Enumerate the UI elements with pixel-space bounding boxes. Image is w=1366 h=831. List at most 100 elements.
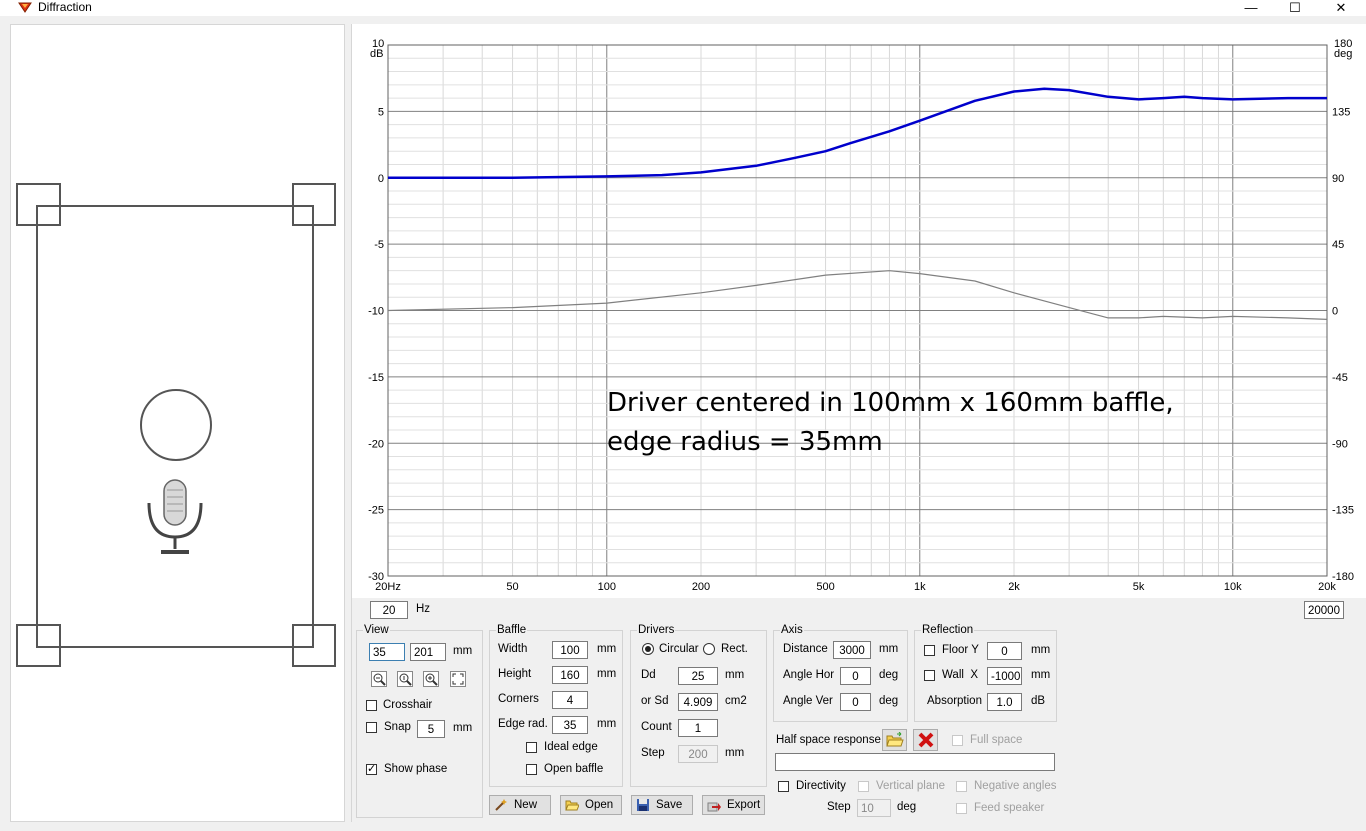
directivity-checkbox[interactable] [778, 781, 789, 792]
corners-label: Corners [498, 693, 539, 705]
freq-min-unit: Hz [416, 603, 431, 615]
sd-label: or Sd [641, 695, 669, 707]
vertical-plane-checkbox[interactable] [858, 781, 869, 792]
x-tick-label: 20k [1318, 581, 1336, 593]
graph-panel[interactable]: 5 0 -5 -10 -15 -20 -25 -30 135 90 45 0 -45 -90 -135 -18… [351, 24, 1366, 598]
ideal-edge-checkbox[interactable] [526, 742, 537, 753]
width-label: Width [498, 643, 528, 655]
vertical-plane-label: Vertical plane [876, 780, 946, 792]
export-button[interactable]: Export [702, 795, 765, 815]
floppy-icon [637, 799, 649, 811]
left-tick-label: -20 [368, 438, 384, 450]
zoom-reset-icon[interactable] [397, 671, 413, 687]
sd-unit: cm2 [725, 695, 747, 707]
full-space-checkbox[interactable] [952, 735, 963, 746]
maximize-button[interactable]: ☐ [1280, 0, 1310, 16]
floor-unit: mm [1031, 644, 1051, 656]
left-axis-unit: dB [370, 48, 384, 60]
angle-ver-label: Angle Ver [783, 695, 833, 707]
rect-radio[interactable] [703, 643, 715, 655]
angle-hor-unit: deg [879, 669, 899, 681]
graph-annotation: Driver centered in 100mm x 160mm baffle,… [607, 384, 1174, 462]
distance-unit: mm [879, 643, 899, 655]
full-space-label: Full space [970, 734, 1023, 746]
floor-checkbox[interactable] [924, 645, 935, 656]
baffle-view-panel[interactable] [10, 24, 345, 822]
annotation-line-2: edge radius = 35mm [607, 427, 883, 457]
half-space-path-input[interactable] [775, 753, 1055, 771]
zoom-fit-icon[interactable] [450, 671, 466, 687]
baffle-outline [36, 205, 314, 648]
close-button[interactable]: ✕ [1326, 0, 1356, 16]
height-label: Height [498, 668, 532, 680]
baffle-drawing[interactable] [11, 25, 344, 821]
feed-speaker-label: Feed speaker [974, 802, 1045, 814]
open-baffle-checkbox[interactable] [526, 764, 537, 775]
corners-input[interactable]: 4 [552, 691, 588, 709]
open-baffle-label: Open baffle [544, 763, 604, 775]
count-input[interactable]: 1 [678, 719, 718, 737]
left-tick-label: -5 [374, 239, 384, 251]
directivity-label: Directivity [796, 780, 846, 792]
absorption-input[interactable]: 1.0 [987, 693, 1022, 711]
wall-checkbox[interactable] [924, 670, 935, 681]
response-chart[interactable]: 50-5-10-15-20-25-3013590450-45-90-135-18… [352, 24, 1366, 598]
new-label: New [514, 799, 538, 811]
view-group-title: View [363, 624, 390, 636]
reflection-group-title: Reflection [921, 624, 975, 636]
half-space-open-button[interactable] [882, 729, 907, 751]
distance-label: Distance [783, 643, 828, 655]
left-tick-label: 0 [378, 173, 384, 185]
x-tick-label: 100 [598, 581, 616, 593]
zoom-in-icon[interactable] [423, 671, 439, 687]
step-input[interactable]: 200 [678, 745, 718, 763]
view-y-input[interactable]: 201 [410, 643, 446, 661]
new-button[interactable]: New [489, 795, 551, 815]
snap-label: Snap [384, 721, 411, 733]
floor-input[interactable]: 0 [987, 642, 1022, 660]
dd-input[interactable]: 25 [678, 667, 718, 685]
width-input[interactable]: 100 [552, 641, 588, 659]
step-unit: mm [725, 747, 745, 759]
title-bar [0, 0, 1366, 16]
x-tick-label: 1k [914, 581, 926, 593]
wall-input[interactable]: -1000 [987, 667, 1022, 685]
half-space-clear-button[interactable] [913, 729, 938, 751]
show-phase-checkbox[interactable] [366, 762, 377, 775]
show-phase-label: Show phase [384, 763, 448, 775]
view-x-input[interactable]: 35 [369, 643, 405, 661]
folder-icon [565, 800, 579, 811]
app-icon [18, 2, 32, 13]
right-tick-label: -45 [1332, 372, 1348, 384]
minimize-button[interactable]: — [1236, 0, 1266, 16]
save-label: Save [656, 799, 683, 811]
sd-input[interactable]: 4.909 [678, 693, 718, 711]
angle-hor-input[interactable]: 0 [840, 667, 871, 685]
zoom-out-icon[interactable] [371, 671, 387, 687]
negative-angles-checkbox[interactable] [956, 781, 967, 792]
distance-input[interactable]: 3000 [833, 641, 871, 659]
step-label: Step [641, 747, 665, 759]
wall-label: Wall X [942, 669, 978, 681]
feed-speaker-checkbox[interactable] [956, 803, 967, 814]
floor-label: Floor Y [942, 644, 979, 656]
left-tick-label: -10 [368, 306, 384, 318]
x-tick-label: 500 [816, 581, 834, 593]
dd-unit: mm [725, 669, 745, 681]
angle-ver-input[interactable]: 0 [840, 693, 871, 711]
rect-label: Rect. [721, 643, 748, 655]
freq-max-input[interactable]: 20000 [1304, 601, 1344, 619]
save-button[interactable]: Save [631, 795, 693, 815]
window-title: Diffraction [38, 0, 92, 14]
edge-input[interactable]: 35 [552, 716, 588, 734]
freq-min-input[interactable]: 20 [370, 601, 408, 619]
right-tick-label: -90 [1332, 438, 1348, 450]
snap-checkbox[interactable] [366, 722, 377, 733]
snap-input[interactable]: 5 [417, 720, 445, 738]
crosshair-checkbox[interactable] [366, 700, 377, 711]
x-tick-label: 10k [1224, 581, 1242, 593]
directivity-step-input[interactable]: 10 [857, 799, 891, 817]
circular-radio[interactable] [642, 643, 654, 655]
open-button[interactable]: Open [560, 795, 622, 815]
height-input[interactable]: 160 [552, 666, 588, 684]
